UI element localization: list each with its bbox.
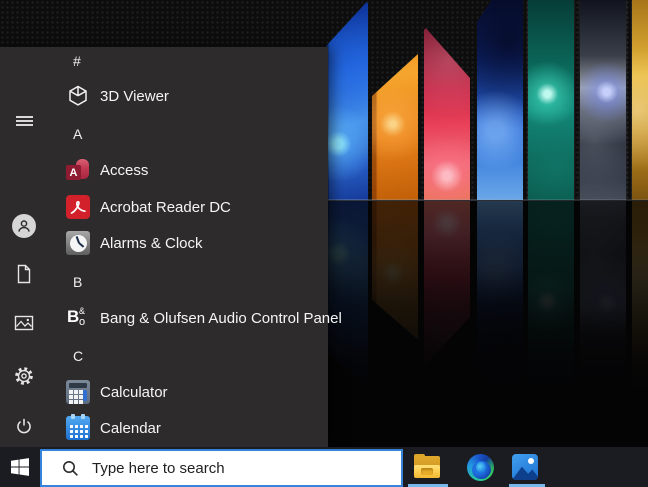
photos-button[interactable]	[501, 447, 549, 487]
start-menu-panel: # 3D Viewer A A Access Acrobat Reader DC…	[0, 47, 342, 447]
app-item-3d-viewer[interactable]: 3D Viewer	[48, 78, 324, 114]
app-item-label: 3D Viewer	[100, 87, 169, 105]
edge-button[interactable]	[456, 447, 504, 487]
hamburger-icon	[15, 114, 33, 128]
wallpaper-shard-teal	[528, 0, 574, 200]
app-item-label: Calendar	[100, 419, 161, 437]
wallpaper-shard-red	[424, 28, 470, 200]
app-section-header[interactable]: A	[73, 124, 82, 144]
app-item-calculator[interactable]: Calculator	[48, 374, 324, 410]
power-icon	[17, 418, 31, 434]
wallpaper-shard-gold	[632, 0, 648, 200]
calendar-icon	[66, 414, 90, 440]
app-section-header[interactable]: #	[73, 51, 81, 71]
app-section-header[interactable]: C	[73, 346, 83, 366]
document-icon	[17, 264, 31, 284]
app-item-acrobat-reader[interactable]: Acrobat Reader DC	[48, 189, 324, 225]
app-item-calendar[interactable]: Calendar	[48, 410, 324, 446]
app-item-label: Calculator	[100, 383, 168, 401]
windows-logo-icon	[11, 458, 29, 476]
acrobat-reader-icon	[66, 195, 90, 219]
app-item-alarms-clock[interactable]: Alarms & Clock	[48, 225, 324, 261]
alarm-clock-icon	[66, 231, 90, 255]
wallpaper-shard-orange	[372, 54, 418, 200]
power-button[interactable]	[0, 406, 48, 446]
access-icon: A	[66, 158, 90, 182]
photos-icon	[512, 454, 538, 480]
folder-icon	[414, 454, 440, 478]
calculator-icon	[66, 380, 90, 404]
app-section-header[interactable]: B	[73, 272, 82, 292]
app-item-bang-olufsen[interactable]: B & o Bang & Olufsen Audio Control Panel	[48, 300, 342, 336]
wallpaper-shard-smoke	[580, 0, 626, 200]
app-item-label: Bang & Olufsen Audio Control Panel	[100, 309, 342, 327]
wallpaper-floor-line	[320, 199, 648, 201]
bang-olufsen-icon: B & o	[67, 306, 86, 328]
user-account-button[interactable]	[0, 206, 48, 246]
wallpaper-shard-blue	[322, 2, 368, 200]
documents-button[interactable]	[0, 254, 48, 294]
3d-cube-icon	[66, 84, 90, 108]
pictures-icon	[14, 315, 34, 331]
app-item-label: Access	[100, 161, 149, 179]
search-box[interactable]: Type here to search	[40, 449, 403, 487]
search-icon	[63, 461, 78, 476]
settings-button[interactable]	[0, 356, 48, 396]
user-icon	[12, 214, 36, 238]
search-placeholder: Type here to search	[92, 459, 225, 477]
taskbar: Type here to search	[0, 447, 648, 487]
wallpaper-shard-navy	[477, 0, 523, 200]
gear-icon	[15, 367, 33, 385]
start-menu-app-list: # 3D Viewer A A Access Acrobat Reader DC…	[48, 47, 342, 447]
edge-icon	[466, 453, 494, 481]
desktop-screen: # 3D Viewer A A Access Acrobat Reader DC…	[0, 0, 648, 487]
app-item-label: Alarms & Clock	[100, 234, 203, 252]
start-menu-rail	[0, 47, 48, 447]
expand-menu-button[interactable]	[0, 101, 48, 141]
file-explorer-button[interactable]	[403, 447, 451, 487]
app-item-access[interactable]: A Access	[48, 152, 324, 188]
pictures-button[interactable]	[0, 303, 48, 343]
app-item-label: Acrobat Reader DC	[100, 198, 231, 216]
start-button[interactable]	[0, 447, 40, 487]
